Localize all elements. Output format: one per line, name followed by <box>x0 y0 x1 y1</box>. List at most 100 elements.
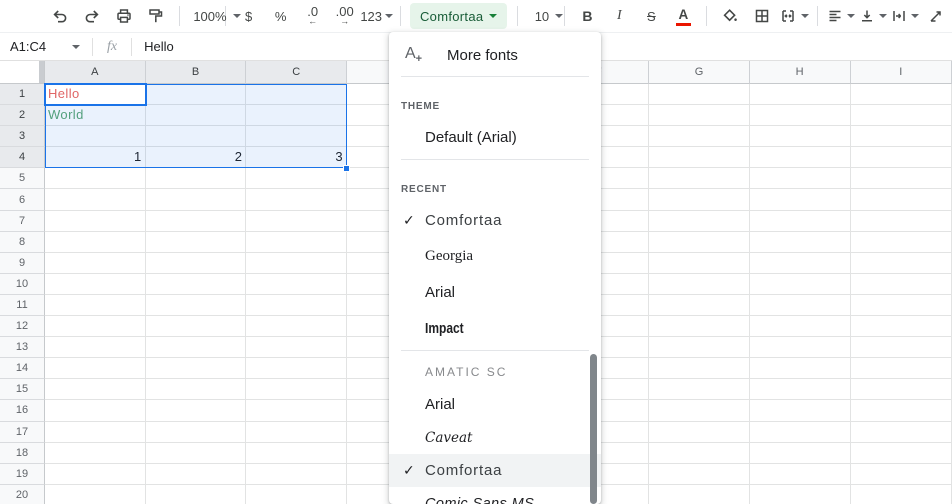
cell-C4[interactable]: 3 <box>246 147 347 168</box>
cell-B3[interactable] <box>146 126 247 147</box>
cell-A4[interactable]: 1 <box>45 147 146 168</box>
row-header-2[interactable]: 2 <box>0 105 45 126</box>
font-family-select[interactable]: Comfortaa <box>410 3 507 29</box>
cell-G15[interactable] <box>649 379 750 400</box>
cell-G2[interactable] <box>649 105 750 126</box>
column-header-G[interactable]: G <box>649 61 750 84</box>
cell-H20[interactable] <box>750 485 851 504</box>
cell-H14[interactable] <box>750 358 851 379</box>
cell-G14[interactable] <box>649 358 750 379</box>
cell-H11[interactable] <box>750 295 851 316</box>
cell-H2[interactable] <box>750 105 851 126</box>
cell-I14[interactable] <box>851 358 952 379</box>
cell-I5[interactable] <box>851 168 952 189</box>
cell-H5[interactable] <box>750 168 851 189</box>
cell-I11[interactable] <box>851 295 952 316</box>
column-header-C[interactable]: C <box>246 61 347 84</box>
cell-G1[interactable] <box>649 84 750 105</box>
cell-A13[interactable] <box>45 337 146 358</box>
cell-B16[interactable] <box>146 400 247 421</box>
cell-C14[interactable] <box>246 358 347 379</box>
print-button[interactable] <box>109 3 139 29</box>
cell-I9[interactable] <box>851 253 952 274</box>
redo-button[interactable] <box>77 3 107 29</box>
row-header-11[interactable]: 11 <box>0 295 45 316</box>
cell-A11[interactable] <box>45 295 146 316</box>
row-header-16[interactable]: 16 <box>0 400 45 421</box>
column-header-B[interactable]: B <box>146 61 247 84</box>
cell-C8[interactable] <box>246 232 347 253</box>
row-header-20[interactable]: 20 <box>0 485 45 504</box>
cell-H6[interactable] <box>750 189 851 210</box>
cell-B4[interactable]: 2 <box>146 147 247 168</box>
cell-I12[interactable] <box>851 316 952 337</box>
cell-B6[interactable] <box>146 189 247 210</box>
row-header-1[interactable]: 1 <box>0 84 45 105</box>
cell-G12[interactable] <box>649 316 750 337</box>
cell-A3[interactable] <box>45 126 146 147</box>
cell-B9[interactable] <box>146 253 247 274</box>
cell-I7[interactable] <box>851 211 952 232</box>
cell-A17[interactable] <box>45 422 146 443</box>
cell-B10[interactable] <box>146 274 247 295</box>
cell-I18[interactable] <box>851 443 952 464</box>
text-rotation-button[interactable] <box>921 3 951 29</box>
decrease-decimal-button[interactable]: .0 ← <box>298 3 328 29</box>
cell-C2[interactable] <box>246 105 347 126</box>
cell-B2[interactable] <box>146 105 247 126</box>
fill-handle[interactable] <box>343 165 350 172</box>
row-header-10[interactable]: 10 <box>0 274 45 295</box>
row-header-8[interactable]: 8 <box>0 232 45 253</box>
cell-C11[interactable] <box>246 295 347 316</box>
row-header-17[interactable]: 17 <box>0 422 45 443</box>
cell-G4[interactable] <box>649 147 750 168</box>
row-header-12[interactable]: 12 <box>0 316 45 337</box>
cell-B5[interactable] <box>146 168 247 189</box>
cell-I20[interactable] <box>851 485 952 504</box>
cell-G7[interactable] <box>649 211 750 232</box>
cell-H15[interactable] <box>750 379 851 400</box>
cell-A14[interactable] <box>45 358 146 379</box>
formula-input[interactable]: Hello <box>138 39 174 54</box>
cell-G5[interactable] <box>649 168 750 189</box>
row-header-7[interactable]: 7 <box>0 211 45 232</box>
cell-I4[interactable] <box>851 147 952 168</box>
cell-C1[interactable] <box>246 84 347 105</box>
cell-C18[interactable] <box>246 443 347 464</box>
bold-button[interactable]: B <box>572 3 602 29</box>
increase-decimal-button[interactable]: .00 → <box>330 3 360 29</box>
cell-C3[interactable] <box>246 126 347 147</box>
horizontal-align-button[interactable] <box>825 3 855 29</box>
font-option-georgia[interactable]: Georgia <box>389 238 601 274</box>
cell-C12[interactable] <box>246 316 347 337</box>
cell-A7[interactable] <box>45 211 146 232</box>
cell-C19[interactable] <box>246 464 347 485</box>
cell-H1[interactable] <box>750 84 851 105</box>
cell-I13[interactable] <box>851 337 952 358</box>
font-option-arial[interactable]: Arial <box>389 274 601 310</box>
strikethrough-button[interactable]: S <box>636 3 666 29</box>
cell-C6[interactable] <box>246 189 347 210</box>
font-option-comfortaa[interactable]: ✓Comfortaa <box>389 202 601 238</box>
cell-I19[interactable] <box>851 464 952 485</box>
cell-B7[interactable] <box>146 211 247 232</box>
name-box[interactable]: A1:C4 <box>0 39 86 54</box>
cell-A10[interactable] <box>45 274 146 295</box>
cell-G11[interactable] <box>649 295 750 316</box>
menu-scrollbar-thumb[interactable] <box>590 354 597 504</box>
cell-C9[interactable] <box>246 253 347 274</box>
row-header-18[interactable]: 18 <box>0 443 45 464</box>
row-header-5[interactable]: 5 <box>0 168 45 189</box>
cell-H18[interactable] <box>750 443 851 464</box>
cell-I10[interactable] <box>851 274 952 295</box>
cell-B15[interactable] <box>146 379 247 400</box>
font-option-impact[interactable]: Impact <box>389 310 601 346</box>
text-color-button[interactable]: A <box>668 3 698 29</box>
cell-C16[interactable] <box>246 400 347 421</box>
cell-G16[interactable] <box>649 400 750 421</box>
cell-I17[interactable] <box>851 422 952 443</box>
merge-cells-button[interactable] <box>779 3 809 29</box>
cell-C10[interactable] <box>246 274 347 295</box>
cell-G20[interactable] <box>649 485 750 504</box>
cell-C17[interactable] <box>246 422 347 443</box>
